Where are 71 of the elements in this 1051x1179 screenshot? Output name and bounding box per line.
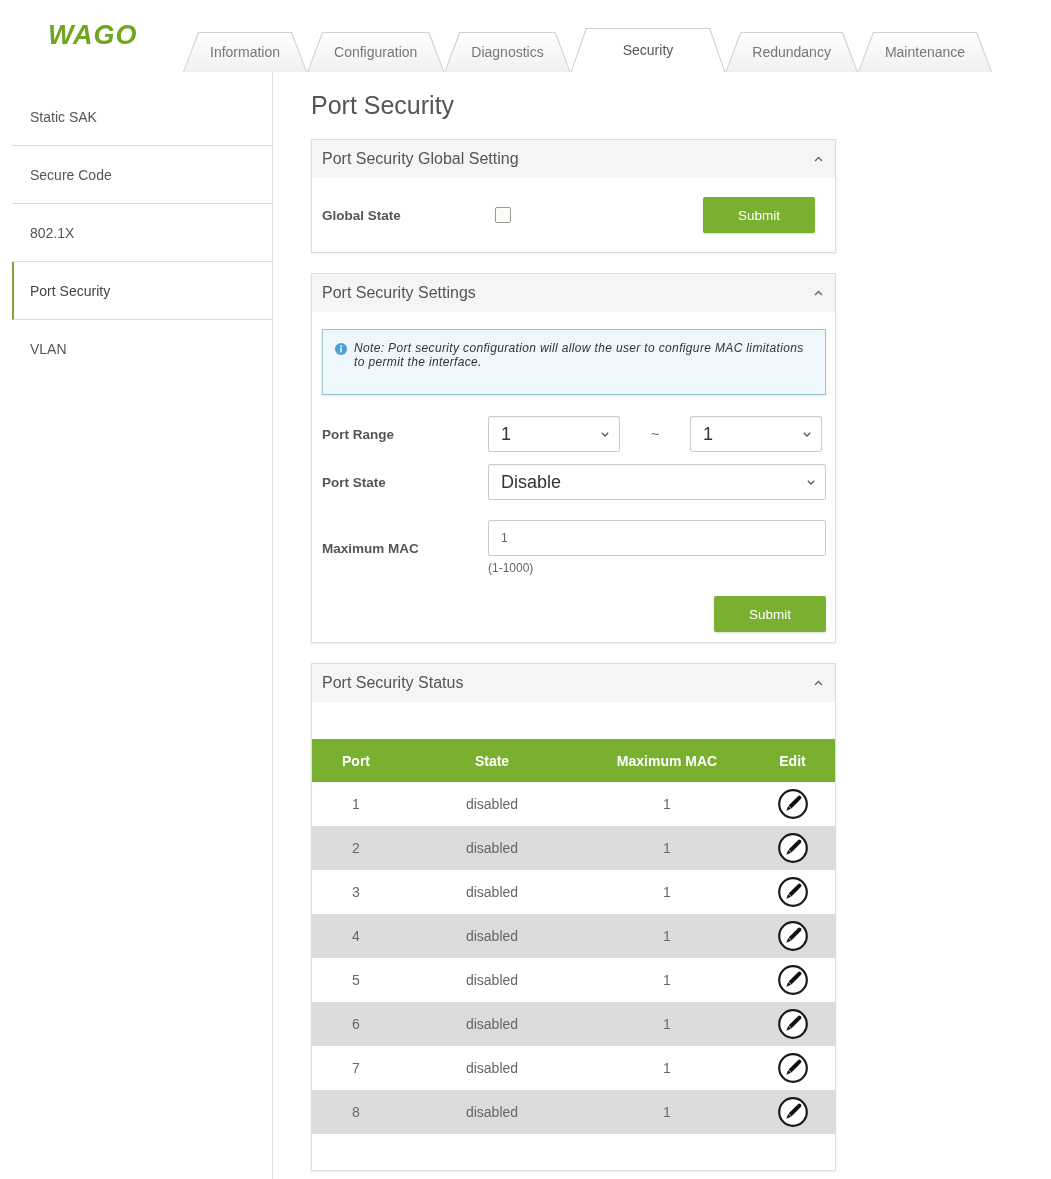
range-separator: ~ (649, 426, 661, 442)
column-header: Port (341, 752, 371, 769)
panel-title: Port Security Global Setting (322, 150, 519, 168)
field-hint: (1-1000) (488, 561, 534, 575)
sidebar-item[interactable]: Secure Code (12, 146, 272, 204)
table-cell-text: 1 (662, 1016, 672, 1032)
field-label: Port Range (322, 426, 395, 442)
chevron-up-icon[interactable] (814, 680, 823, 686)
table-cell-text: 7 (351, 1060, 361, 1076)
sidebar-item[interactable]: Static SAK (12, 88, 272, 146)
logo: WAGO (48, 20, 138, 50)
panel-title: Port Security Status (322, 674, 464, 692)
table-cell-text: 1 (662, 972, 672, 988)
table-cell-text: 1 (351, 796, 361, 812)
page-title: Port Security (311, 90, 456, 121)
port-range-start-select[interactable]: 1 (488, 416, 620, 452)
column-header: State (473, 752, 511, 769)
pencil-icon[interactable] (777, 1097, 808, 1127)
table-cell-text: 2 (351, 840, 361, 856)
field-label: Global State (322, 207, 402, 223)
tab[interactable]: Information (183, 32, 308, 72)
table-cell-text: disabled (464, 1060, 520, 1076)
panel-title: Port Security Settings (322, 284, 476, 302)
tab[interactable]: Security (570, 28, 726, 72)
info-icon (335, 343, 347, 355)
chevron-down-icon (803, 431, 811, 437)
table-cell-text: disabled (464, 840, 520, 856)
global-state-checkbox[interactable] (495, 207, 511, 223)
pencil-icon[interactable] (777, 921, 808, 951)
tab[interactable]: Diagnostics (444, 32, 571, 72)
table-cell-text: disabled (464, 972, 520, 988)
pencil-icon[interactable] (777, 877, 808, 907)
chevron-up-icon[interactable] (814, 156, 823, 162)
table-cell-text: disabled (464, 1016, 520, 1032)
table-cell-text: disabled (464, 928, 520, 944)
field-label: Maximum MAC (322, 540, 420, 556)
field-label: Port State (322, 474, 387, 490)
table-cell-text: disabled (464, 884, 520, 900)
pencil-icon[interactable] (777, 1053, 808, 1083)
pencil-icon[interactable] (777, 1009, 808, 1039)
table-cell-text: 4 (351, 928, 361, 944)
table-cell-text: 1 (662, 1104, 672, 1120)
sidebar-item[interactable]: Port Security (12, 262, 272, 320)
port-state-select[interactable]: Disable (488, 464, 826, 500)
port-range-end-select[interactable]: 1 (690, 416, 822, 452)
column-header: Maximum MAC (615, 752, 719, 769)
pencil-icon[interactable] (777, 789, 808, 819)
tab[interactable]: Redundancy (725, 32, 858, 72)
table-cell-text: 1 (662, 928, 672, 944)
pencil-icon[interactable] (777, 965, 808, 995)
tab[interactable]: Maintenance (857, 32, 993, 72)
table-cell-text: disabled (464, 796, 520, 812)
maximum-mac-input[interactable]: 1 (488, 520, 826, 556)
table-cell-text: 1 (662, 840, 672, 856)
note-text: Note: Port security configuration will allow the user to configure MAC limitations to permit the interface. (354, 341, 805, 371)
table-cell-text: 1 (662, 1060, 672, 1076)
sidebar-item[interactable]: VLAN (12, 320, 272, 378)
pencil-icon[interactable] (777, 833, 808, 863)
table-cell-text: 8 (351, 1104, 361, 1120)
chevron-down-icon (807, 479, 815, 485)
table-cell-text: 1 (662, 796, 672, 812)
tab[interactable]: Configuration (307, 32, 445, 72)
sidebar-item[interactable]: 802.1X (12, 204, 272, 262)
table-cell-text: 6 (351, 1016, 361, 1032)
table-cell-text: 3 (351, 884, 361, 900)
chevron-down-icon (601, 431, 609, 437)
table-cell-text: disabled (464, 1104, 520, 1120)
chevron-up-icon[interactable] (814, 290, 823, 296)
table-cell-text: 1 (662, 884, 672, 900)
table-cell-text: 5 (351, 972, 361, 988)
column-header: Edit (778, 752, 807, 769)
